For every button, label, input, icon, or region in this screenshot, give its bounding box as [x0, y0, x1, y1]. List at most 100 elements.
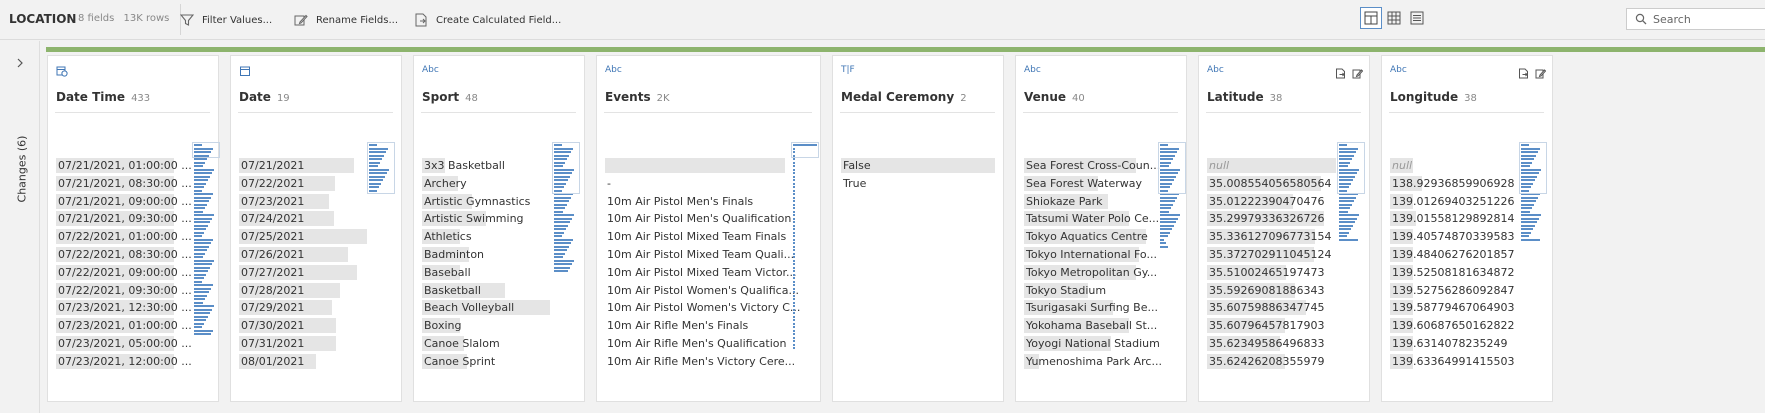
- value-label: 35.008554056580564: [1209, 176, 1332, 190]
- histogram-bar: [793, 165, 795, 167]
- histogram-viewport[interactable]: [1158, 142, 1186, 194]
- histogram-viewport[interactable]: [367, 142, 395, 194]
- date-type-icon[interactable]: [239, 65, 251, 80]
- histogram-bar: [194, 284, 213, 286]
- value-label: 07/23/2021, 01:00:00 ...: [58, 319, 192, 333]
- column-header-events[interactable]: Events 2K: [605, 90, 670, 104]
- boolean-type-icon[interactable]: T|F: [841, 65, 855, 75]
- histogram-bar: [194, 287, 211, 290]
- histogram-bar: [793, 203, 795, 206]
- histogram-bar: [194, 235, 202, 237]
- histogram-bar: [194, 221, 210, 223]
- profile-card-sport[interactable]: Abc Sport 48 3x3 Basketball Archery Artistic …: [413, 55, 585, 402]
- histogram-bar: [1339, 196, 1356, 199]
- string-type-icon[interactable]: Abc: [1024, 65, 1041, 75]
- histogram-viewport[interactable]: [192, 142, 220, 158]
- value-label: 35.62426208355979: [1209, 354, 1325, 368]
- create-calculated-field-icon[interactable]: [1518, 64, 1529, 79]
- datetime-type-icon[interactable]: [56, 65, 68, 80]
- value-label: 07/22/2021, 09:00:00 ...: [58, 265, 192, 279]
- histogram-bar: [1521, 200, 1536, 202]
- string-type-icon[interactable]: Abc: [1390, 65, 1407, 75]
- column-header-latitude[interactable]: Latitude 38: [1207, 90, 1282, 104]
- create-calculated-field-icon[interactable]: [1335, 64, 1346, 79]
- summary-histogram[interactable]: [1519, 142, 1548, 244]
- histogram-bar: [793, 280, 795, 283]
- column-header-medal-ceremony[interactable]: Medal Ceremony 2: [841, 90, 967, 104]
- distinct-count: 40: [1072, 93, 1085, 104]
- value-label: 139.01558129892814: [1392, 212, 1515, 226]
- summary-histogram[interactable]: [552, 142, 581, 274]
- field-count: 8 fields: [78, 13, 115, 24]
- histogram-bar: [793, 298, 795, 300]
- histogram-bar: [793, 273, 795, 276]
- changes-label[interactable]: Changes (6): [16, 136, 29, 203]
- histogram-bar: [793, 217, 795, 220]
- profile-card-venue[interactable]: Abc Venue 40 Sea Forest Cross-Coun... Sea Fo…: [1015, 55, 1187, 402]
- search-box[interactable]: [1626, 8, 1765, 30]
- distinct-count: 38: [1464, 93, 1477, 104]
- histogram-bar: [1521, 207, 1532, 209]
- histogram-bar: [554, 196, 571, 199]
- histogram-bar: [194, 165, 203, 167]
- profile-card-longitude[interactable]: Abc Longitude 38 null 138.92936859906928 139.…: [1381, 55, 1553, 402]
- histogram-bar: [194, 326, 202, 328]
- value-label: 07/21/2021: [241, 159, 305, 172]
- histogram-viewport[interactable]: [791, 142, 819, 158]
- histogram-bar: [1160, 207, 1171, 209]
- column-header-date[interactable]: Date 19: [239, 90, 290, 104]
- column-header-venue[interactable]: Venue 40: [1024, 90, 1085, 104]
- string-type-icon[interactable]: Abc: [422, 65, 439, 75]
- string-type-icon[interactable]: Abc: [1207, 65, 1224, 75]
- value-label: 139.52508181634872: [1392, 265, 1515, 279]
- edit-icon[interactable]: [1535, 64, 1547, 79]
- profile-card-latitude[interactable]: Abc Latitude 38 null 35.008554056580564 35.01…: [1198, 55, 1370, 402]
- histogram-viewport[interactable]: [552, 142, 580, 194]
- rename-fields-button[interactable]: Rename Fields...: [294, 10, 398, 30]
- profile-card-medal-ceremony[interactable]: T|F Medal Ceremony 2 False True: [832, 55, 1004, 402]
- create-calculated-field-button[interactable]: Create Calculated Field...: [414, 10, 561, 30]
- histogram-bar: [793, 161, 795, 164]
- profile-card-events[interactable]: Abc Events 2K - 10m Air Pistol Men's Finals 1…: [596, 55, 821, 402]
- value-label: Beach Volleyball: [424, 301, 515, 315]
- column-header-sport[interactable]: Sport 48: [422, 90, 478, 104]
- histogram-bar: [793, 189, 795, 192]
- histogram-bar: [194, 280, 202, 283]
- column-header-date-time[interactable]: Date Time 433: [56, 90, 150, 104]
- histogram-bar: [194, 193, 213, 195]
- toolbar: LOCATION 8 fields 13K rows Filter Values…: [0, 0, 1765, 40]
- histogram-bar: [1339, 238, 1358, 241]
- summary-histogram[interactable]: [1337, 142, 1366, 244]
- histogram-bar: [1521, 235, 1529, 237]
- histogram-bar: [793, 196, 795, 199]
- value-label: 07/23/2021, 05:00:00 ...: [58, 336, 192, 350]
- list-view-button[interactable]: [1406, 7, 1428, 29]
- histogram-bar: [194, 305, 214, 307]
- histogram-bar: [1160, 214, 1180, 216]
- histogram-viewport[interactable]: [1337, 142, 1365, 194]
- summary-histogram[interactable]: [367, 142, 396, 196]
- histogram-bar: [554, 245, 569, 248]
- profile-card-date-time[interactable]: Date Time 433 07/21/2021, 01:00:00 ... 07/2…: [47, 55, 221, 402]
- histogram-bar: [554, 207, 565, 209]
- filter-values-button[interactable]: Filter Values...: [180, 10, 272, 30]
- histogram-bar: [793, 221, 795, 223]
- profile-card-date[interactable]: Date 19 07/21/2021 07/22/2021 07/23/2021 07/2…: [230, 55, 402, 402]
- histogram-bar: [194, 270, 208, 272]
- string-type-icon[interactable]: Abc: [605, 65, 622, 75]
- summary-histogram[interactable]: [192, 142, 221, 339]
- profile-view-button[interactable]: [1360, 7, 1382, 29]
- histogram-bar: [1521, 224, 1535, 227]
- data-grid-view-button[interactable]: [1383, 7, 1405, 29]
- search-input[interactable]: [1653, 12, 1753, 26]
- histogram-bar: [554, 217, 572, 220]
- column-header-longitude[interactable]: Longitude 38: [1390, 90, 1477, 104]
- histogram-viewport[interactable]: [1519, 142, 1547, 194]
- summary-histogram[interactable]: [791, 142, 820, 351]
- value-label: 3x3 Basketball: [424, 159, 505, 172]
- value-label: 139.40574870339583: [1392, 230, 1515, 244]
- edit-icon[interactable]: [1352, 64, 1364, 79]
- value-label: Tokyo Metropolitan Gy...: [1026, 265, 1158, 279]
- chevron-right-icon[interactable]: [14, 57, 26, 69]
- summary-histogram[interactable]: [1158, 142, 1187, 249]
